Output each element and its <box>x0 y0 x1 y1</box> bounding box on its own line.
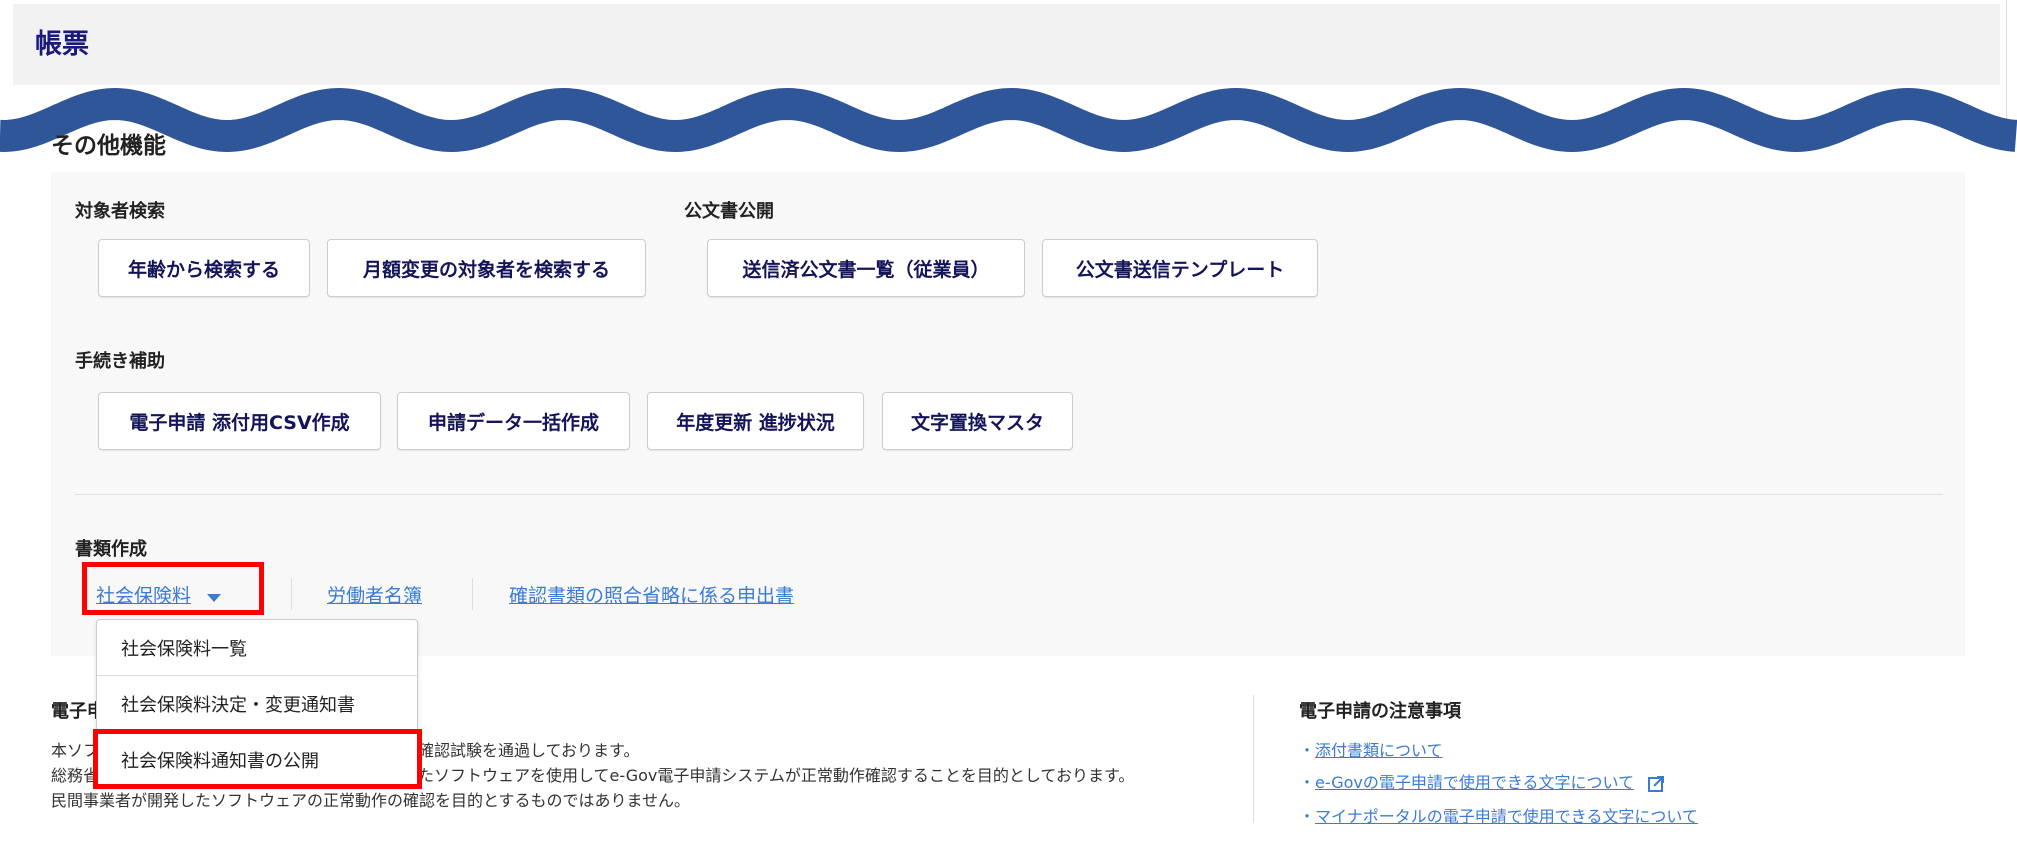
wave-separator <box>0 87 2017 153</box>
notes-heading: 電子申請の注意事項 <box>1299 701 1461 722</box>
mynaportal-characters-link[interactable]: マイナポータルの電子申請で使用できる文字について <box>1315 807 1698 826</box>
notice-line-3: 民間事業者が開発したソフトウェアの正常動作の確認を目的とするものではありません。 <box>51 791 691 810</box>
notice-line-1-start: 本ソフ <box>51 741 100 760</box>
bullet: ・ <box>1299 773 1316 792</box>
wave-band <box>0 87 2017 153</box>
egov-characters-link[interactable]: e-Govの電子申請で使用できる文字について <box>1315 773 1634 792</box>
page-header <box>13 4 2000 85</box>
sent-docs-list-button[interactable]: 送信済公文書一覧（従業員） <box>707 239 1025 297</box>
search-by-age-button[interactable]: 年齢から検索する <box>98 239 310 297</box>
bullet: ・ <box>1299 807 1316 826</box>
csv-attachment-button[interactable]: 電子申請 添付用CSV作成 <box>98 392 381 450</box>
label-documents: 書類作成 <box>75 539 147 560</box>
bullet: ・ <box>1299 741 1316 760</box>
notice-line-1-end: 確認試験を通過しております。 <box>418 741 640 760</box>
separator <box>291 578 292 610</box>
highlight-box <box>82 562 264 615</box>
notice-line-2-end: たソフトウェアを使用してe-Gov電子申請システムが正常動作確認することを目的と… <box>418 766 1135 785</box>
label-public-docs: 公文書公開 <box>684 201 774 222</box>
notes-item: ・添付書類について <box>1299 737 1443 761</box>
label-target-search: 対象者検索 <box>75 201 165 222</box>
annual-update-progress-button[interactable]: 年度更新 進捗状況 <box>647 392 864 450</box>
menu-item-insurance-list[interactable]: 社会保険料一覧 <box>97 620 417 676</box>
worker-roster-link[interactable]: 労働者名簿 <box>327 581 422 608</box>
notes-item: ・e-Govの電子申請で使用できる文字について <box>1299 769 1665 793</box>
attachments-link[interactable]: 添付書類について <box>1315 741 1443 760</box>
divider <box>75 494 1943 495</box>
bulk-application-button[interactable]: 申請データ一括作成 <box>397 392 630 450</box>
footer-divider <box>1253 695 1254 823</box>
external-link-icon[interactable] <box>1647 775 1665 793</box>
notice-line-2-start: 総務省 <box>51 766 100 785</box>
doc-template-button[interactable]: 公文書送信テンプレート <box>1042 239 1318 297</box>
separator <box>472 578 473 610</box>
menu-item-decision-notice[interactable]: 社会保険料決定・変更通知書 <box>97 676 417 732</box>
highlight-box <box>93 729 422 789</box>
char-replace-master-button[interactable]: 文字置換マスタ <box>882 392 1073 450</box>
notes-item: ・マイナポータルの電子申請で使用できる文字について <box>1299 803 1698 827</box>
search-monthly-change-button[interactable]: 月額変更の対象者を検索する <box>327 239 646 297</box>
label-procedures: 手続き補助 <box>75 351 165 372</box>
section-title-other-functions: その他機能 <box>51 133 166 159</box>
page-title: 帳票 <box>35 29 89 60</box>
verification-omission-link[interactable]: 確認書類の照合省略に係る申出書 <box>509 581 794 608</box>
